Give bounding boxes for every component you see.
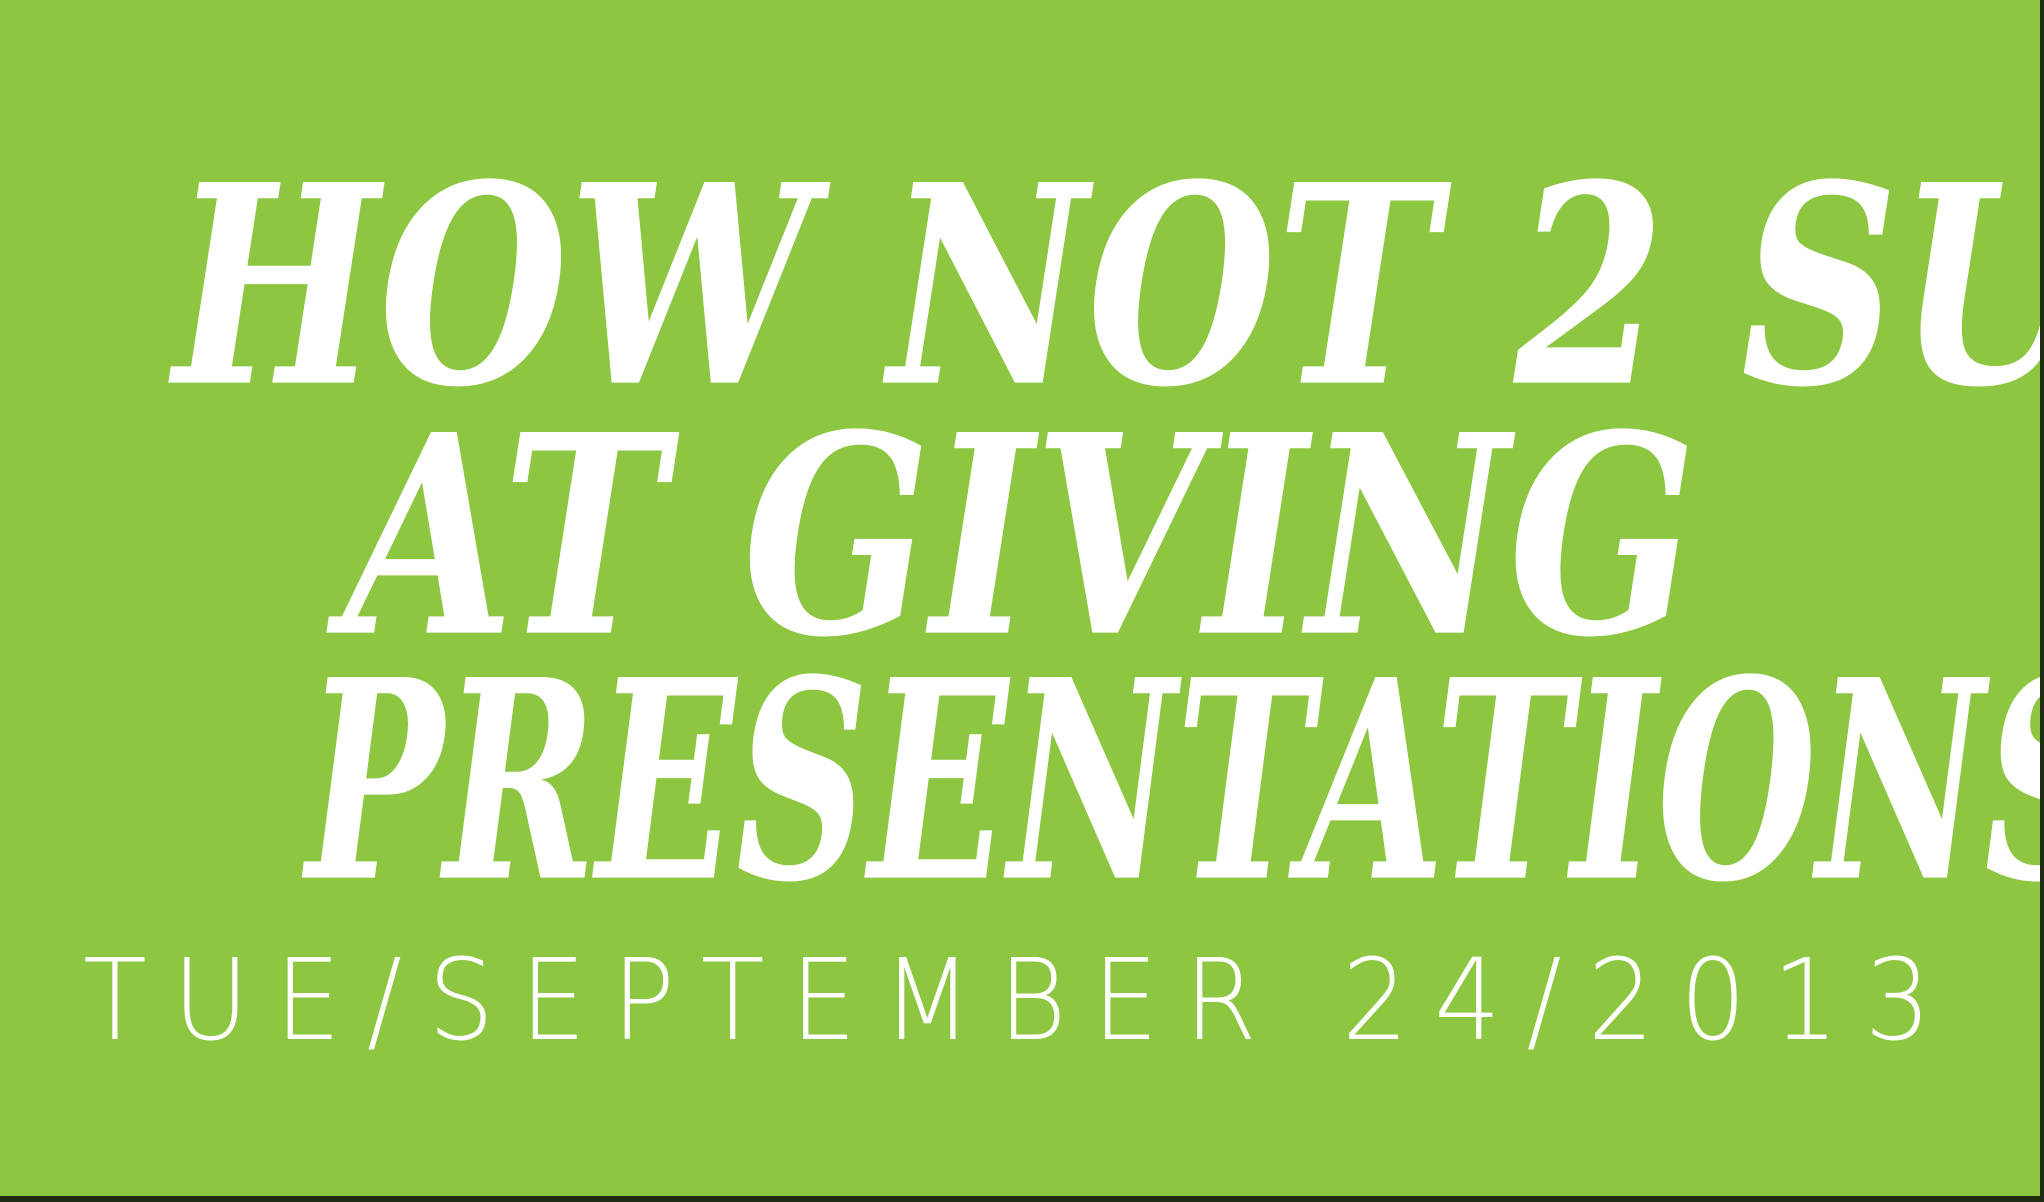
window-edge-right (2040, 0, 2044, 1202)
title-line-3: PRESENTATIONS (306, 619, 2040, 943)
window-edge-bottom (0, 1196, 2044, 1202)
event-date: TUE/SEPTEMBER 24/2013 (83, 936, 1957, 1066)
presentation-slide: HOW NOT 2 SUCK AT GIVING PRESENTATIONS T… (0, 0, 2040, 1196)
